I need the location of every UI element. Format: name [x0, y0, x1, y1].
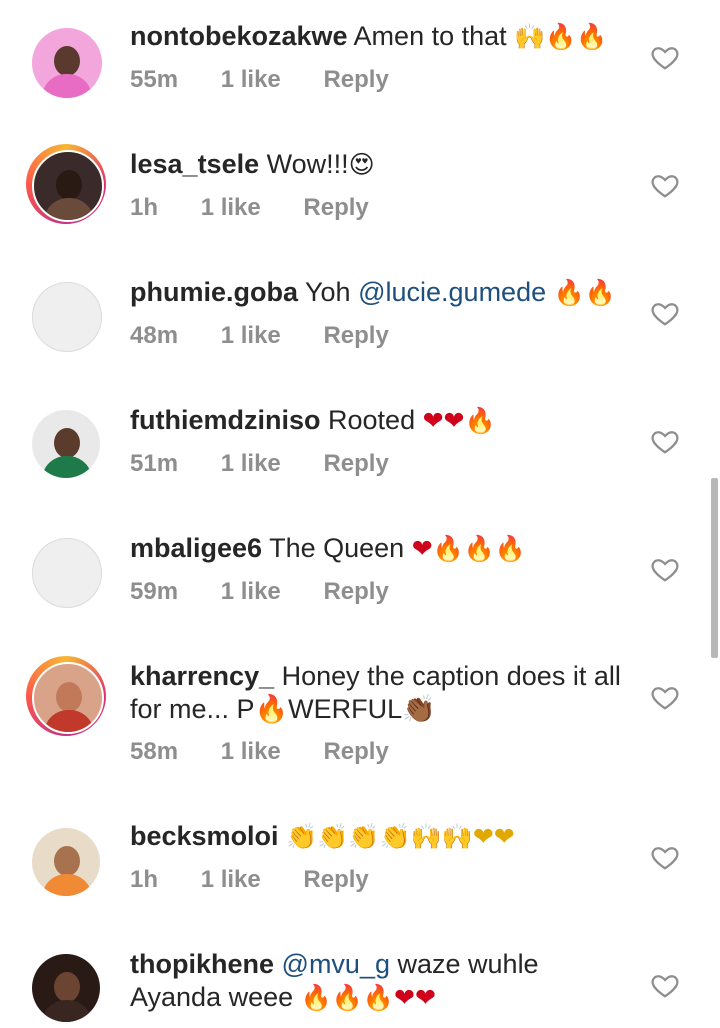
heart-icon[interactable]	[650, 554, 680, 584]
reply-button[interactable]: Reply	[323, 738, 388, 765]
comment-emoji: 👏👏👏👏🙌🙌❤❤	[286, 822, 515, 851]
comment-emoji: 😍	[348, 150, 375, 179]
heart-icon[interactable]	[650, 298, 680, 328]
comment-username[interactable]: phumie.goba	[130, 277, 298, 307]
comment-emoji: ❤❤🔥	[422, 406, 496, 435]
comment-username[interactable]: futhiemdziniso	[130, 405, 321, 435]
heart-icon[interactable]	[650, 426, 680, 456]
comment-time: 48m	[130, 322, 179, 349]
comment-time: 58m	[130, 738, 179, 765]
reply-button[interactable]: Reply	[323, 66, 388, 93]
comment-text: becksmoloi 👏👏👏👏🙌🙌❤❤	[130, 820, 630, 853]
comment-username[interactable]: becksmoloi	[130, 821, 279, 851]
comment-body: Rooted	[328, 405, 416, 435]
comment-body: Yoh	[305, 277, 351, 307]
heart-icon[interactable]	[650, 842, 680, 872]
comment-username[interactable]: nontobekozakwe	[130, 21, 348, 51]
heart-icon[interactable]	[650, 170, 680, 200]
reply-button[interactable]: Reply	[323, 578, 388, 605]
comment-emoji: 🔥🔥	[553, 278, 616, 307]
comment-meta: 1h 1 like Reply	[130, 866, 405, 894]
comment-text: futhiemdziniso Rooted ❤❤🔥	[130, 404, 630, 437]
comment-text: thopikhene @mvu_g waze wuhle Ayanda weee…	[130, 948, 630, 1014]
comment-body: Amen to that	[353, 21, 507, 51]
reply-button[interactable]: Reply	[323, 322, 388, 349]
heart-icon[interactable]	[650, 970, 680, 1000]
avatar[interactable]	[26, 822, 106, 902]
avatar[interactable]	[26, 948, 106, 1028]
comment-text: kharrency_ Honey the caption does it all…	[130, 660, 630, 726]
comment-body: Wow!!!	[266, 149, 349, 179]
scrollbar[interactable]	[711, 478, 718, 658]
heart-icon[interactable]	[650, 42, 680, 72]
comment-text: mbaligee6 The Queen ❤🔥🔥🔥	[130, 532, 630, 565]
comment-likes[interactable]: 1 like	[221, 66, 281, 93]
comment-meta: 58m 1 like Reply	[130, 738, 425, 766]
comment-mention[interactable]: @mvu_g	[282, 949, 390, 979]
comment-emoji: 🔥🔥🔥❤❤	[300, 983, 436, 1012]
avatar[interactable]	[26, 532, 106, 612]
comment-text: lesa_tsele Wow!!!😍	[130, 148, 630, 181]
reply-button[interactable]: Reply	[303, 194, 368, 221]
comment-text: phumie.goba Yoh @lucie.gumede 🔥🔥	[130, 276, 630, 309]
comment-emoji: ❤🔥🔥🔥	[411, 534, 527, 563]
comment-username[interactable]: lesa_tsele	[130, 149, 259, 179]
comment-meta: 51m 1 like Reply	[130, 450, 425, 478]
comment-likes[interactable]: 1 like	[201, 866, 261, 893]
comment-meta: 1h 1 like Reply	[130, 194, 405, 222]
comment-emoji: 🙌🔥🔥	[514, 22, 608, 51]
comment-likes[interactable]: 1 like	[201, 194, 261, 221]
comment-meta: 59m 1 like Reply	[130, 578, 425, 606]
comment-meta: 48m 1 like Reply	[130, 322, 425, 350]
avatar[interactable]	[26, 22, 106, 102]
comment-text: nontobekozakwe Amen to that 🙌🔥🔥	[130, 20, 630, 53]
comment-username[interactable]: kharrency_	[130, 661, 274, 691]
comment-time: 55m	[130, 66, 179, 93]
comment-time: 59m	[130, 578, 179, 605]
comment-likes[interactable]: 1 like	[221, 450, 281, 477]
comment-mention[interactable]: @lucie.gumede	[358, 277, 546, 307]
comment-likes[interactable]: 1 like	[221, 578, 281, 605]
comment-time: 1h	[130, 194, 159, 221]
comment-username[interactable]: thopikhene	[130, 949, 274, 979]
comment-username[interactable]: mbaligee6	[130, 533, 262, 563]
reply-button[interactable]: Reply	[303, 866, 368, 893]
avatar[interactable]	[26, 276, 106, 356]
comment-likes[interactable]: 1 like	[221, 322, 281, 349]
reply-button[interactable]: Reply	[323, 450, 388, 477]
heart-icon[interactable]	[650, 682, 680, 712]
comment-body: The Queen	[269, 533, 405, 563]
avatar[interactable]	[26, 656, 106, 736]
comment-likes[interactable]: 1 like	[221, 738, 281, 765]
comment-time: 1h	[130, 866, 159, 893]
avatar[interactable]	[26, 404, 106, 484]
comment-time: 51m	[130, 450, 179, 477]
avatar[interactable]	[26, 144, 106, 224]
comment-meta: 55m 1 like Reply	[130, 66, 425, 94]
